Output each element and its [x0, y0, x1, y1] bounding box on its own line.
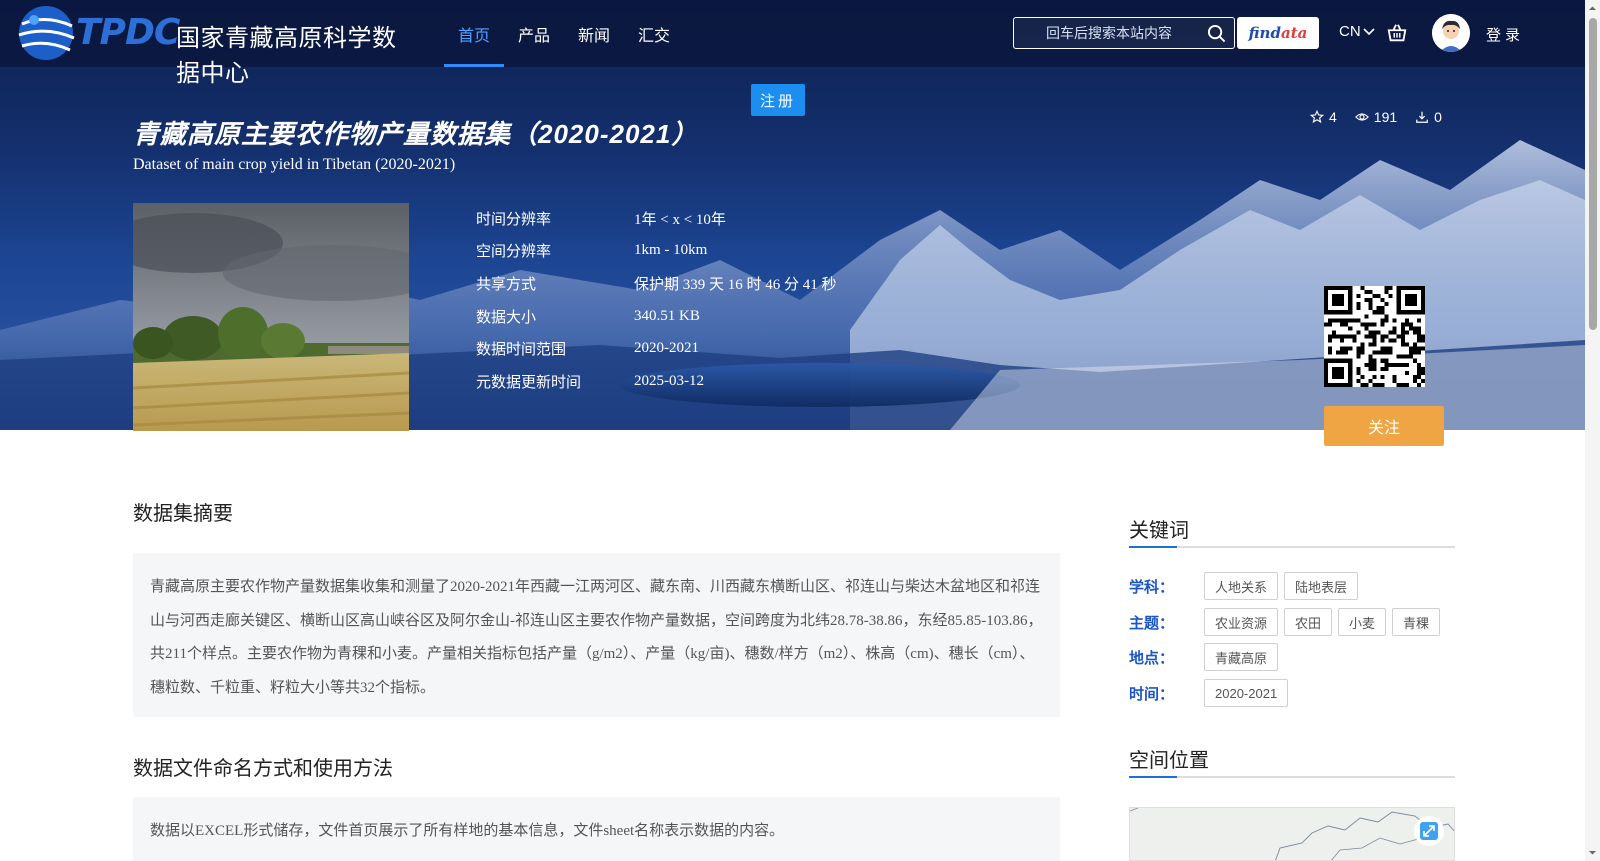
findata-text-part2: ata: [1280, 24, 1308, 42]
globe-logo-icon: [18, 6, 75, 60]
keyword-row-theme: 主题： 农业资源 农田 小麦 青稞: [1129, 608, 1441, 636]
dataset-thumbnail: [133, 203, 409, 431]
keyword-label: 学科：: [1129, 578, 1175, 596]
nav-home[interactable]: 首页: [444, 0, 505, 67]
map-expand-button[interactable]: [1414, 816, 1444, 846]
meta-row: 时间分辨率 1年 < x < 10年: [476, 202, 837, 235]
findata-button[interactable]: find ata: [1237, 17, 1319, 49]
keyword-tag[interactable]: 人地关系: [1204, 572, 1279, 600]
abstract-text: 青藏高原主要农作物产量数据集收集和测量了2020-2021年西藏一江两河区、藏东…: [150, 579, 1043, 696]
view-stat: 191: [1354, 109, 1398, 125]
keyword-tag[interactable]: 2020-2021: [1204, 679, 1289, 707]
star-icon: [1310, 110, 1324, 124]
meta-value-temporal-resolution: 1年 < x < 10年: [634, 211, 726, 228]
language-switch[interactable]: CN: [1339, 23, 1375, 40]
keyword-label: 时间：: [1129, 685, 1175, 703]
search-box: [1013, 17, 1235, 49]
keyword-label: 主题：: [1129, 614, 1175, 632]
findata-text-part1: find: [1248, 24, 1281, 42]
naming-text: 数据以EXCEL形式储存，文件首页展示了所有样地的基本信息，文件sheet名称表…: [150, 823, 785, 839]
nav-products[interactable]: 产品: [504, 0, 564, 67]
search-icon[interactable]: [1207, 24, 1226, 43]
keyword-tag[interactable]: 农田: [1284, 608, 1333, 636]
cart-icon[interactable]: [1386, 22, 1408, 44]
naming-box: 数据以EXCEL形式储存，文件首页展示了所有样地的基本信息，文件sheet名称表…: [133, 797, 1060, 861]
meta-key-time-range: 数据时间范围: [476, 341, 567, 359]
login-link[interactable]: 登录: [1486, 24, 1524, 45]
location-divider: [1129, 776, 1455, 778]
follow-button[interactable]: 关注: [1324, 406, 1444, 446]
keyword-label: 地点：: [1129, 649, 1175, 667]
keyword-tag[interactable]: 小麦: [1338, 608, 1387, 636]
qr-code-icon: [1324, 286, 1425, 387]
download-count: 0: [1434, 109, 1442, 125]
qr-code: [1324, 286, 1425, 387]
dataset-title-en: Dataset of main crop yield in Tibetan (2…: [133, 156, 456, 173]
keywords-title: 关键词: [1129, 520, 1189, 542]
spatial-map[interactable]: [1129, 807, 1455, 861]
meta-value-updated: 2025-03-12: [634, 372, 704, 389]
abstract-title: 数据集摘要: [133, 503, 233, 525]
download-icon: [1416, 111, 1429, 123]
expand-icon: [1420, 822, 1438, 840]
meta-key-updated: 元数据更新时间: [476, 373, 582, 391]
meta-value-time-range: 2020-2021: [634, 340, 699, 357]
meta-key-size: 数据大小: [476, 308, 537, 326]
keyword-row-time: 时间： 2020-2021: [1129, 679, 1289, 707]
logo-chinese-name: 国家青藏高原科学数据中心: [176, 25, 397, 87]
dataset-title-cn: 青藏高原主要农作物产量数据集（2020-2021）: [133, 119, 699, 149]
meta-row: 元数据更新时间 2025-03-12: [476, 365, 837, 398]
scroll-down-arrow-icon[interactable]: [1588, 848, 1597, 857]
nav-news[interactable]: 新闻: [564, 0, 624, 67]
meta-value-spatial-resolution: 1km - 10km: [634, 242, 708, 259]
meta-value-size: 340.51 KB: [634, 307, 700, 324]
eye-icon: [1354, 113, 1369, 121]
site-logo[interactable]: TPDC 国家青藏高原科学数据中心: [14, 2, 414, 87]
keywords-divider: [1129, 546, 1455, 548]
abstract-box: 青藏高原主要农作物产量数据集收集和测量了2020-2021年西藏一江两河区、藏东…: [133, 553, 1060, 717]
dataset-metadata: 时间分辨率 1年 < x < 10年 空间分辨率 1km - 10km 共享方式…: [476, 202, 837, 398]
keyword-tag[interactable]: 青稞: [1392, 608, 1441, 636]
dataset-stats: 4 191 0: [1310, 109, 1442, 125]
field-landscape-image: [133, 203, 409, 431]
naming-title: 数据文件命名方式和使用方法: [133, 758, 393, 780]
star-count: 4: [1329, 109, 1337, 125]
meta-key-spatial-resolution: 空间分辨率: [476, 243, 552, 261]
main-nav: 首页 产品 新闻 汇交: [444, 0, 684, 67]
meta-row: 共享方式 保护期 339 天 16 时 46 分 41 秒: [476, 267, 837, 300]
location-title: 空间位置: [1129, 750, 1209, 772]
language-label: CN: [1339, 23, 1361, 40]
chevron-down-icon: [1363, 27, 1375, 35]
scroll-up-arrow-icon[interactable]: [1588, 4, 1597, 13]
download-stat: 0: [1415, 109, 1442, 125]
keyword-tag[interactable]: 青藏高原: [1204, 643, 1279, 671]
keyword-tag[interactable]: 农业资源: [1204, 608, 1279, 636]
logo-tpdc-text: TPDC: [76, 12, 180, 53]
meta-value-sharing: 保护期 339 天 16 时 46 分 41 秒: [634, 276, 837, 293]
meta-row: 空间分辨率 1km - 10km: [476, 235, 837, 268]
register-button[interactable]: 注册: [751, 84, 805, 116]
scrollbar-thumb[interactable]: [1589, 18, 1597, 330]
keyword-tag[interactable]: 陆地表层: [1284, 572, 1359, 600]
top-header: TPDC 国家青藏高原科学数据中心 首页 产品 新闻 汇交 findata CN: [0, 0, 1585, 87]
meta-key-temporal-resolution: 时间分辨率: [476, 210, 552, 228]
user-avatar-icon: [1432, 14, 1470, 52]
map-boundary-lines: [1130, 808, 1454, 860]
star-stat[interactable]: 4: [1310, 109, 1337, 125]
nav-submit[interactable]: 汇交: [624, 0, 684, 67]
meta-key-sharing: 共享方式: [476, 275, 537, 293]
avatar[interactable]: [1432, 14, 1470, 52]
keyword-row-discipline: 学科： 人地关系 陆地表层: [1129, 572, 1359, 600]
search-input[interactable]: [1014, 18, 1204, 48]
meta-row: 数据时间范围 2020-2021: [476, 332, 837, 365]
keyword-row-place: 地点： 青藏高原: [1129, 643, 1279, 671]
meta-row: 数据大小 340.51 KB: [476, 300, 837, 333]
page-scrollbar[interactable]: [1585, 0, 1600, 861]
view-count: 191: [1373, 109, 1398, 125]
